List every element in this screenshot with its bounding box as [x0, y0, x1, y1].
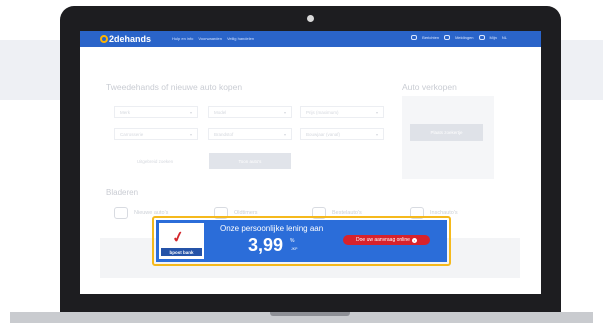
sell-title: Auto verkopen [402, 82, 457, 92]
year-select-value: Bouwjaar (vanaf) [306, 131, 341, 137]
brand-select[interactable]: Merk ▾ [114, 106, 198, 118]
messages-link[interactable]: Berichten [422, 35, 439, 40]
arrow-right-icon: › [411, 237, 417, 243]
chevron-down-icon: ▾ [283, 132, 286, 137]
bpost-bank-name: bpost bank [161, 248, 202, 256]
ad-rate: 3,99 [248, 235, 284, 255]
ad-rate-suffix: % [290, 238, 295, 244]
model-select-value: Model [214, 109, 227, 115]
body-type-select-value: Carrosserie [120, 131, 144, 137]
bpost-loan-banner[interactable]: ✓ bpost bank Onze persoonlijke lening aa… [156, 220, 447, 262]
chevron-down-icon: ▾ [375, 110, 378, 115]
chevron-down-icon: ▾ [283, 110, 286, 115]
chat-icon [411, 35, 418, 40]
laptop-notch [270, 312, 350, 316]
show-cars-button[interactable]: Toon auto's [209, 153, 291, 169]
new-car-icon [114, 207, 128, 219]
advanced-search-link[interactable]: Uitgebreid zoeken [120, 155, 190, 167]
nav-link-safe-trading[interactable]: Veilig handelen [227, 36, 254, 41]
apply-online-label: Doe uw aanvraag online [356, 237, 410, 243]
apply-online-button[interactable]: Doe uw aanvraag online › [343, 235, 430, 245]
site-header: 2dehands Hulp en info Voorwaarden Veilig… [80, 31, 541, 47]
ad-rate-subtext: JKP [291, 247, 298, 251]
nav-link-help[interactable]: Hulp en info [172, 36, 193, 41]
webcam [307, 15, 314, 22]
price-select-value: Prijs (maximum) [306, 109, 339, 115]
account-menu[interactable]: Mijn [490, 35, 497, 40]
fuel-select-value: Brandstof [214, 131, 234, 137]
header-actions: Berichten Meldingen Mijn NL [411, 35, 507, 40]
nav-link-terms[interactable]: Voorwaarden [198, 36, 222, 41]
stage: 2dehands Hulp en info Voorwaarden Veilig… [0, 0, 603, 323]
chevron-down-icon: ▾ [189, 110, 192, 115]
brand-select-value: Merk [120, 109, 130, 115]
language-selector[interactable]: NL [502, 35, 507, 40]
chevron-down-icon: ▾ [189, 132, 192, 137]
site-logo-text: 2dehands [109, 34, 152, 44]
body-type-select[interactable]: Carrosserie ▾ [114, 128, 198, 140]
price-select[interactable]: Prijs (maximum) ▾ [300, 106, 384, 118]
bpost-bank-logo: ✓ bpost bank [159, 223, 204, 259]
model-select[interactable]: Model ▾ [208, 106, 292, 118]
place-ad-button[interactable]: Plaats zoekertje [410, 124, 483, 141]
laptop-screen: 2dehands Hulp en info Voorwaarden Veilig… [80, 31, 541, 294]
search-title: Tweedehands of nieuwe auto kopen [106, 82, 243, 92]
notifications-link[interactable]: Meldingen [455, 35, 473, 40]
fuel-select[interactable]: Brandstof ▾ [208, 128, 292, 140]
chevron-down-icon: ▾ [375, 132, 378, 137]
browse-title: Bladeren [106, 188, 139, 197]
logo-icon [100, 35, 108, 43]
bell-icon [444, 35, 451, 40]
top-nav: Hulp en info Voorwaarden Veilig handelen [172, 36, 254, 41]
site-logo[interactable]: 2dehands [100, 33, 151, 45]
ad-headline: Onze persoonlijke lening aan [220, 224, 324, 233]
user-icon [478, 35, 485, 40]
bpost-swoosh-icon: ✓ [170, 227, 187, 248]
year-select[interactable]: Bouwjaar (vanaf) ▾ [300, 128, 384, 140]
